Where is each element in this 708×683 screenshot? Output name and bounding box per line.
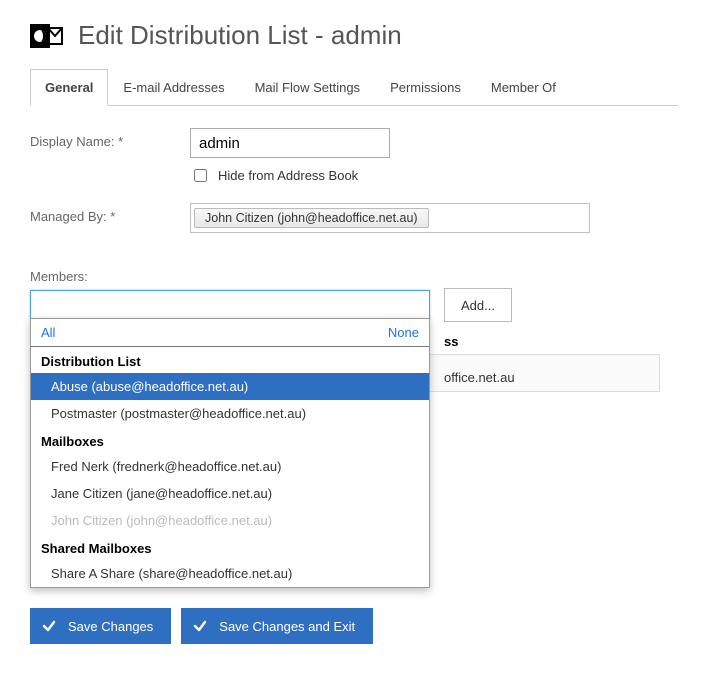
members-column-header-partial: ss xyxy=(444,334,458,349)
dropdown-select-all[interactable]: All xyxy=(41,325,55,340)
check-icon xyxy=(42,619,56,633)
members-row-email-partial: office.net.au xyxy=(444,370,515,385)
members-search-input[interactable] xyxy=(30,290,430,320)
display-name-input[interactable] xyxy=(190,128,390,158)
add-member-button[interactable]: Add... xyxy=(444,288,512,322)
managed-by-label: Managed By: * xyxy=(30,203,190,224)
dropdown-item-john-citizen: John Citizen (john@headoffice.net.au) xyxy=(31,507,429,534)
hide-from-address-book-checkbox[interactable] xyxy=(194,169,207,182)
check-icon xyxy=(193,619,207,633)
save-changes-label: Save Changes xyxy=(68,619,153,634)
dropdown-item-abuse[interactable]: Abuse (abuse@headoffice.net.au) xyxy=(31,373,429,400)
display-name-label: Display Name: * xyxy=(30,128,190,149)
dropdown-item-fred-nerk[interactable]: Fred Nerk (frednerk@headoffice.net.au) xyxy=(31,453,429,480)
managed-by-field[interactable]: John Citizen (john@headoffice.net.au) xyxy=(190,203,590,233)
app-icon xyxy=(30,21,66,51)
members-dropdown: All None Distribution List Abuse (abuse@… xyxy=(30,318,430,588)
managed-by-chip[interactable]: John Citizen (john@headoffice.net.au) xyxy=(194,208,429,228)
tab-email-addresses[interactable]: E-mail Addresses xyxy=(108,69,239,106)
members-label: Members: xyxy=(30,269,678,284)
dropdown-group-header: Shared Mailboxes xyxy=(31,534,429,560)
dropdown-item-share-a-share[interactable]: Share A Share (share@headoffice.net.au) xyxy=(31,560,429,587)
dropdown-group-header: Mailboxes xyxy=(31,427,429,453)
tab-member-of[interactable]: Member Of xyxy=(476,69,571,106)
save-changes-and-exit-label: Save Changes and Exit xyxy=(219,619,355,634)
dropdown-group-header: Distribution List xyxy=(31,347,429,373)
hide-from-address-book-label: Hide from Address Book xyxy=(218,168,358,183)
dropdown-select-none[interactable]: None xyxy=(388,325,419,340)
tab-mail-flow-settings[interactable]: Mail Flow Settings xyxy=(240,69,375,106)
tabs: General E-mail Addresses Mail Flow Setti… xyxy=(30,69,678,106)
dropdown-item-jane-citizen[interactable]: Jane Citizen (jane@headoffice.net.au) xyxy=(31,480,429,507)
save-changes-and-exit-button[interactable]: Save Changes and Exit xyxy=(181,608,373,644)
tab-general[interactable]: General xyxy=(30,69,108,106)
tab-permissions[interactable]: Permissions xyxy=(375,69,476,106)
page-title: Edit Distribution List - admin xyxy=(78,20,402,51)
save-changes-button[interactable]: Save Changes xyxy=(30,608,171,644)
dropdown-item-postmaster[interactable]: Postmaster (postmaster@headoffice.net.au… xyxy=(31,400,429,427)
